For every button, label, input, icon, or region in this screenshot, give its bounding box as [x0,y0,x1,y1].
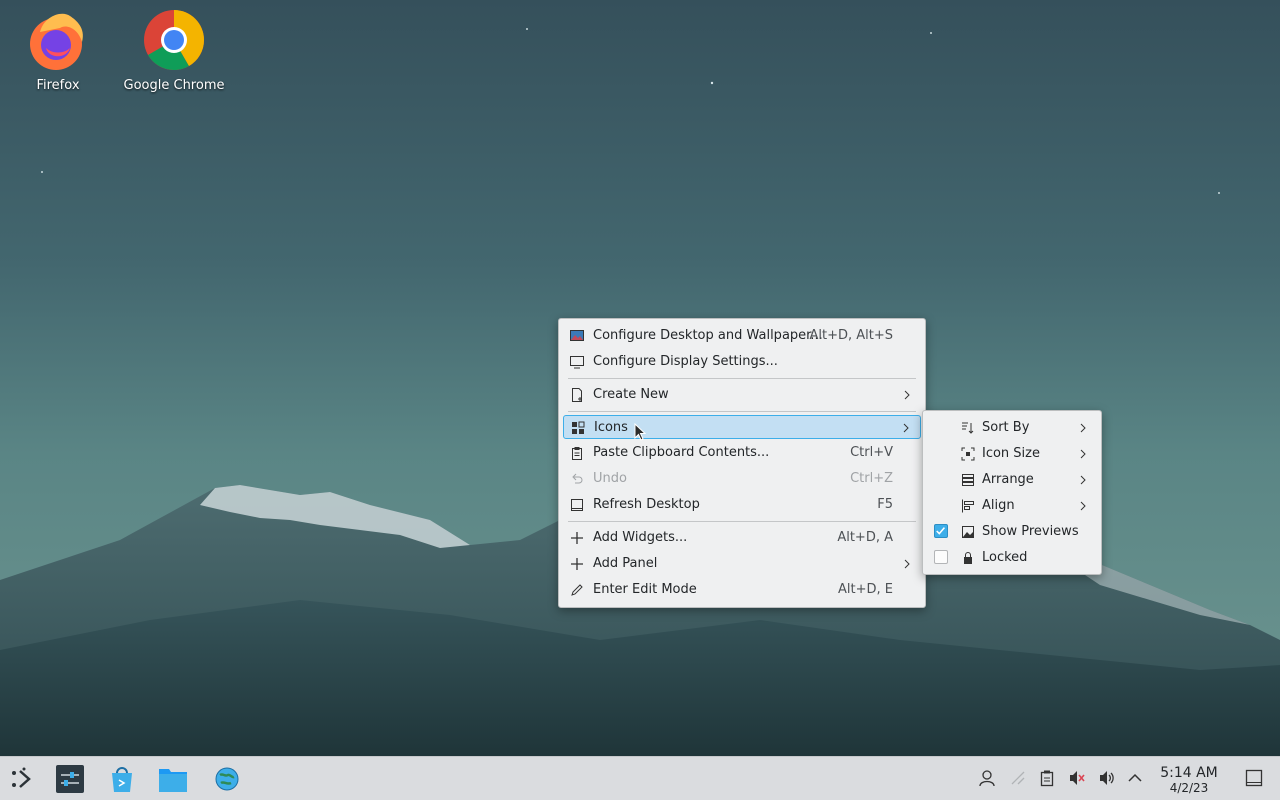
menu-item-label: Icons [594,420,628,435]
menu-item-configure-desktop[interactable]: Configure Desktop and Wallpaper... Alt+D… [563,324,921,348]
desktop-icon-label: Firefox [36,78,80,93]
menu-item-paste[interactable]: Paste Clipboard Contents... Ctrl+V [563,441,921,465]
plus-icon [571,558,583,570]
submenu-item-align[interactable]: Align [927,494,1097,518]
submenu-item-show-previews[interactable]: Show Previews [927,520,1097,544]
menu-item-edit-mode[interactable]: Enter Edit Mode Alt+D, E [563,578,921,602]
desktop[interactable]: Firefox Google Chrome Configure Desktop … [0,0,1280,756]
chevron-right-icon [1080,449,1086,459]
discover-store-icon[interactable] [107,765,137,793]
icons-submenu: Sort By Icon Size Arrange Align Show Pre… [922,410,1102,575]
desktop-context-menu: Configure Desktop and Wallpaper... Alt+D… [558,318,926,608]
chevron-right-icon [1080,423,1086,433]
clock-time[interactable]: 5:14 AM [1152,765,1226,781]
file-manager-icon[interactable] [158,765,188,793]
submenu-item-locked[interactable]: Locked [927,546,1097,570]
taskbar: 5:14 AM 4/2/23 [0,756,1280,800]
menu-item-label: Enter Edit Mode [593,582,697,597]
volume-icon[interactable] [1098,769,1116,787]
menu-item-add-panel[interactable]: Add Panel [563,552,921,576]
new-document-icon [572,388,582,402]
chrome-icon [144,10,204,71]
icon-size-icon [961,447,975,461]
show-desktop-icon[interactable] [1245,769,1263,787]
arrange-icon [962,474,974,486]
menu-item-shortcut: Ctrl+V [850,445,893,460]
menu-item-undo[interactable]: Undo Ctrl+Z [563,467,921,491]
submenu-item-label: Icon Size [982,446,1040,461]
plus-icon [571,532,583,544]
menu-item-shortcut: F5 [877,497,893,512]
clipboard-icon[interactable] [1038,769,1056,787]
wallpaper-icon [570,330,584,341]
undo-icon [572,473,583,484]
refresh-icon [571,499,583,511]
pencil-icon [571,584,583,596]
user-icon[interactable] [978,769,996,787]
chevron-right-icon [904,559,910,569]
submenu-item-arrange[interactable]: Arrange [927,468,1097,492]
lock-icon [964,552,972,564]
menu-item-shortcut: Ctrl+Z [850,471,893,486]
submenu-item-label: Show Previews [982,524,1079,539]
chevron-right-icon [903,423,909,433]
mouse-cursor-icon [634,423,647,441]
chevron-right-icon [1080,501,1086,511]
menu-item-label: Configure Display Settings... [593,354,778,369]
network-icon[interactable] [1009,769,1027,787]
menu-item-label: Refresh Desktop [593,497,700,512]
menu-item-label: Create New [593,387,669,402]
checkbox-checked[interactable] [934,524,948,538]
menu-item-add-widgets[interactable]: Add Widgets... Alt+D, A [563,526,921,550]
sort-icon [962,422,974,434]
menu-item-label: Paste Clipboard Contents... [593,445,770,460]
system-settings-icon[interactable] [55,765,85,793]
submenu-item-label: Arrange [982,472,1034,487]
menu-item-label: Undo [593,471,627,486]
menu-separator [568,411,916,412]
menu-item-shortcut: Alt+D, A [837,530,893,545]
submenu-item-sort-by[interactable]: Sort By [927,416,1097,440]
menu-item-label: Configure Desktop and Wallpaper... [593,328,823,343]
checkbox-unchecked[interactable] [934,550,948,564]
menu-item-configure-display[interactable]: Configure Display Settings... [563,350,921,374]
menu-item-shortcut: Alt+D, Alt+S [809,328,893,343]
chevron-right-icon [1080,475,1086,485]
menu-separator [568,378,916,379]
menu-item-label: Add Panel [593,556,658,571]
expand-tray-icon[interactable] [1126,769,1144,787]
clipboard-icon [572,447,582,460]
menu-item-icons[interactable]: Icons [563,415,921,439]
menu-item-refresh[interactable]: Refresh Desktop F5 [563,493,921,517]
desktop-icon-firefox[interactable]: Firefox [3,2,113,93]
chevron-right-icon [904,390,910,400]
submenu-item-icon-size[interactable]: Icon Size [927,442,1097,466]
menu-separator [568,521,916,522]
icons-grid-icon [572,421,585,434]
application-launcher-icon[interactable] [7,765,37,793]
menu-item-create-new[interactable]: Create New [563,383,921,407]
clock-date[interactable]: 4/2/23 [1152,781,1226,795]
checkmark-icon [936,527,946,535]
submenu-item-label: Align [982,498,1015,513]
web-browser-icon[interactable] [212,765,242,793]
menu-item-label: Add Widgets... [593,530,688,545]
desktop-icon-label: Google Chrome [123,78,225,93]
microphone-muted-icon[interactable] [1068,769,1086,787]
menu-item-shortcut: Alt+D, E [838,582,893,597]
monitor-icon [570,356,584,369]
align-icon [962,499,974,513]
desktop-icon-chrome[interactable]: Google Chrome [119,2,229,93]
firefox-icon [30,13,83,70]
image-icon [962,526,974,538]
submenu-item-label: Locked [982,550,1028,565]
submenu-item-label: Sort By [982,420,1030,435]
